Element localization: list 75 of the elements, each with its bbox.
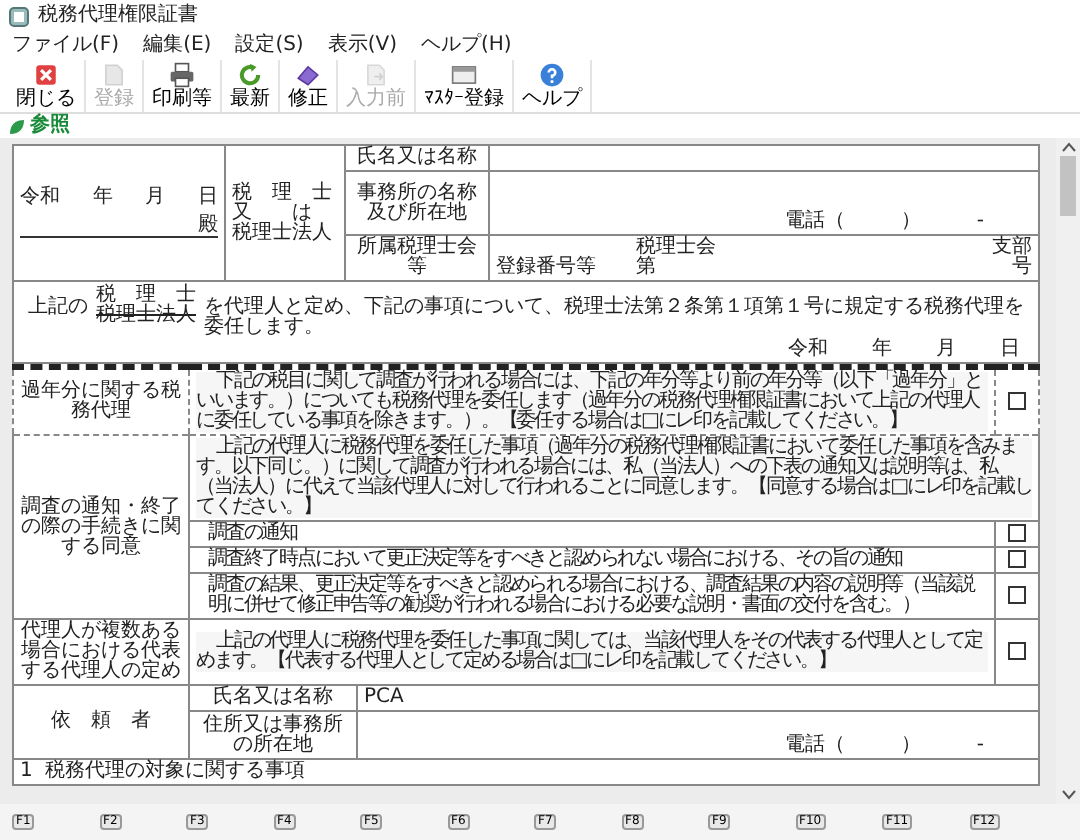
field-label: 住所又は事務所の所在地	[203, 715, 343, 756]
refresh-icon	[236, 62, 264, 88]
menu-item[interactable]: 設定(S)	[235, 36, 304, 56]
section-heading: 代理人が複数ある場合における代表する代理人の定め	[21, 622, 181, 683]
window-title: 税務代理権限証書	[38, 6, 198, 26]
app-icon	[8, 5, 30, 27]
menu-item[interactable]: 編集(E)	[143, 36, 212, 56]
checkbox[interactable]	[1008, 550, 1026, 569]
leaf-icon	[8, 117, 26, 135]
field-label: 所属税理士会等	[357, 236, 477, 278]
date-label: 年	[872, 340, 892, 360]
printer-icon	[168, 62, 196, 88]
agent-type-label: 税理士法人	[232, 223, 334, 243]
checkbox[interactable]	[1008, 391, 1026, 410]
agent-type-label: 又 は	[232, 203, 312, 223]
number-suffix: 号	[1010, 258, 1032, 278]
consent-item-text: 調査終了時点において更正決定等をすべきと認められない場合における、その旨の通知	[206, 550, 905, 571]
section-heading: 調査の通知・終了の際の手続きに関する同意	[21, 497, 181, 558]
date-label: 年	[92, 188, 113, 208]
toolbar-button[interactable]: ﾏｽﾀｰ登録	[416, 60, 514, 112]
consent-item-text: 調査の結果、更正決定等をすべきと認められる場合における、調査結果の内容の説明等（当該説明に併せて修正申告等の勧奨が行われる場合における必要な説明・書面の交付を含む。）	[206, 576, 977, 617]
section-title: 1 税務代理の対象に関する事項	[20, 760, 306, 783]
phone-dash: -	[976, 212, 984, 232]
window-icon	[450, 62, 478, 88]
agent-type-label: 税 理 士	[232, 183, 334, 203]
date-label: 月	[145, 188, 166, 208]
field-label: 登録番号等	[496, 258, 598, 278]
scroll-up-icon[interactable]	[1061, 142, 1075, 152]
date-label: 日	[1000, 340, 1020, 360]
document-arrow-icon	[362, 62, 390, 88]
section-text: 上記の代理人に税務代理を委任した事項に関しては、当該代理人をその代表する代理人として定めます。【代表する代理人として定める場合は□にレ印を記載してください。】	[196, 632, 988, 673]
scrollbar[interactable]	[1056, 138, 1080, 804]
consent-item-text: 調査の通知	[206, 524, 300, 545]
menu-item[interactable]: ファイル(F)	[12, 36, 120, 56]
toolbar-button[interactable]: 修正	[280, 60, 338, 112]
section-text: 下記の税目に関して調査が行われる場合には、下記の年分等より前の年分等（以下「過年分」といいます。）についても税務代理を委任します（過年分の税務代理権限証書において上記の代理人に委任している事項を除きます。）。【委任する場合は□にレ印を記載してください。】	[196, 372, 988, 432]
date-label: 令和	[788, 340, 828, 360]
toolbar-button[interactable]: 最新	[222, 60, 280, 112]
phone-label: 電話（	[784, 212, 845, 232]
toolbar-button[interactable]: 印刷等	[144, 60, 222, 112]
sentence-text: を代理人と定め、下記の事項について、税理士法第２条第１項第１号に規定する税務代理を委任します。	[204, 298, 1024, 338]
association-text: 税理士会	[636, 238, 718, 258]
section-heading: 過年分に関する税務代理	[21, 382, 181, 422]
agent-option: 税理士法人	[96, 306, 196, 326]
field-label: 氏名又は名称	[213, 686, 333, 709]
field-label: 氏名又は名称	[357, 146, 477, 168]
checkbox[interactable]	[1008, 586, 1026, 605]
number-prefix: 第	[636, 258, 658, 278]
section-text: 上記の代理人に税務代理を委任した事項（過年分の税務代理権限証書において委任した事項を含みます。以下同じ。）に関して調査が行われる場合には、私（当法人）への下表の通知又は説明等は、私（当法人）に代えて当該代理人に対して行われることに同意します。【同意する場合は□にレ印を記載してください。】	[196, 438, 1032, 518]
help-icon	[538, 62, 566, 88]
view-tab[interactable]: 参照	[30, 116, 70, 136]
sentence-text: 上記の	[28, 298, 88, 318]
agent-option: 税 理 士	[96, 286, 196, 306]
client-heading: 依 頼 者	[51, 710, 151, 733]
close-icon	[32, 62, 60, 88]
scroll-down-icon[interactable]	[1061, 790, 1075, 800]
date-label: 令和	[20, 188, 60, 208]
checkbox[interactable]	[1008, 642, 1026, 661]
toolbar-button[interactable]: ヘルプ	[514, 60, 592, 112]
branch-text: 支部	[990, 238, 1032, 258]
document-icon	[100, 62, 128, 88]
field-label: 事務所の名称及び所在地	[357, 183, 477, 223]
phone-label: 電話（	[784, 736, 845, 757]
phone-bracket: ）	[900, 736, 921, 757]
client-name: PCA	[364, 686, 404, 709]
phone-dash: -	[976, 736, 984, 757]
menu-item[interactable]: ヘルプ(H)	[421, 36, 512, 56]
date-label: 日	[197, 188, 218, 208]
scrollbar-thumb[interactable]	[1060, 156, 1076, 216]
menu-item[interactable]: 表示(V)	[327, 36, 397, 56]
honorific-text: 殿	[198, 216, 218, 236]
checkbox[interactable]	[1008, 524, 1026, 542]
date-label: 月	[936, 340, 956, 360]
toolbar-button[interactable]: 閉じる	[8, 60, 86, 112]
phone-bracket: ）	[900, 212, 921, 232]
